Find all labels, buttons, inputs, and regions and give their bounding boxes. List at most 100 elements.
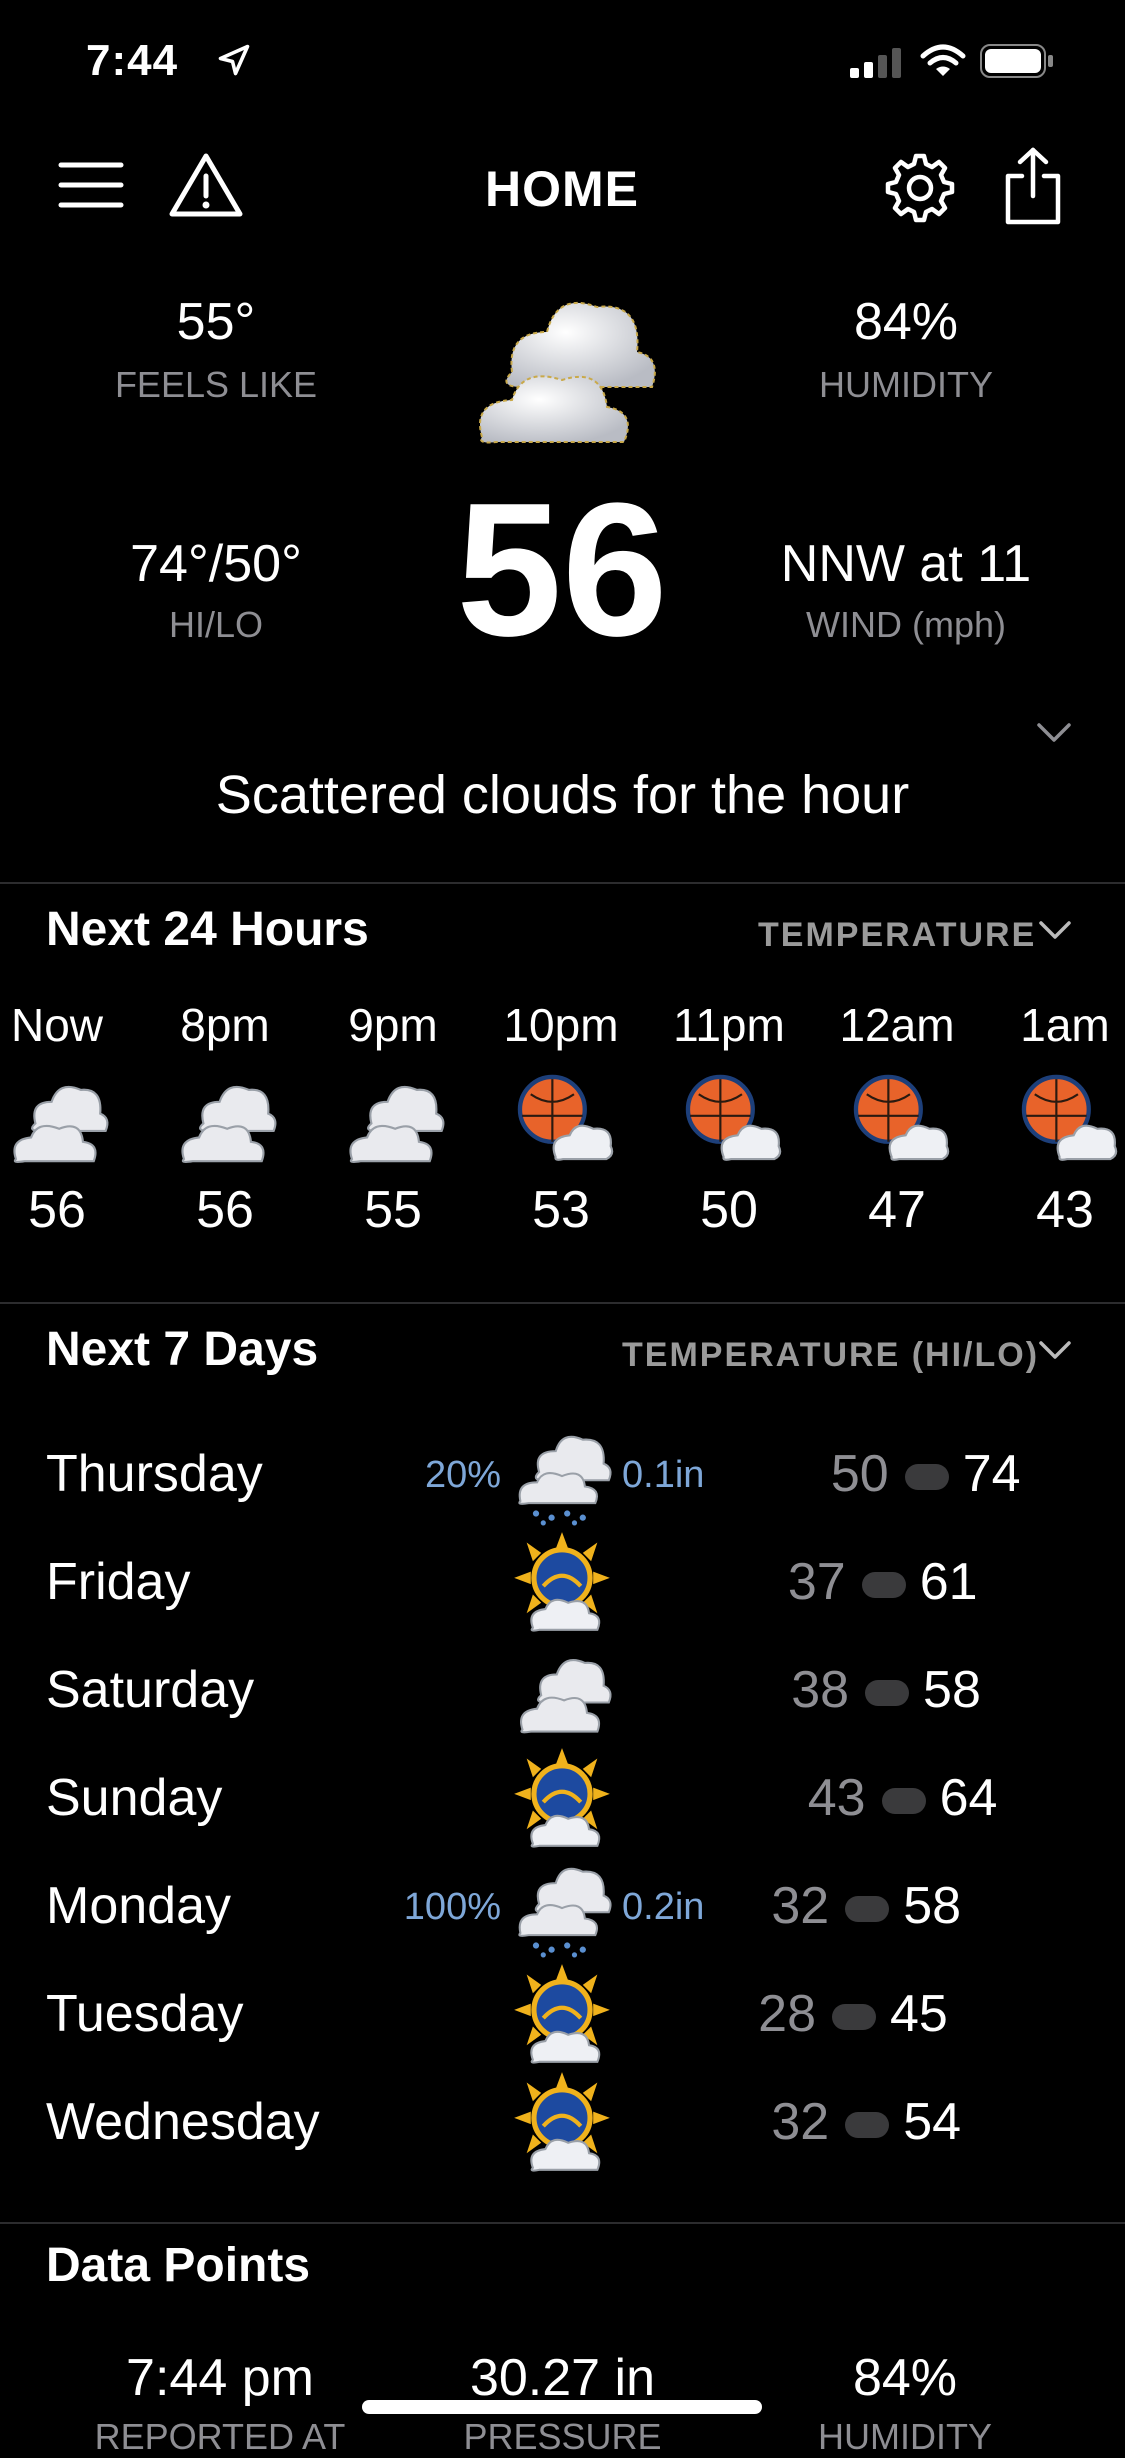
day-name: Thursday <box>46 1445 263 1503</box>
hour-temp: 50 <box>700 1181 758 1239</box>
hour-temp: 53 <box>532 1181 590 1239</box>
hour-temp: 56 <box>28 1181 86 1239</box>
day-name: Tuesday <box>46 1985 244 2043</box>
wind-value: NNW at 11 <box>780 535 1032 593</box>
hourly-item: 9pm 55 <box>308 998 478 1240</box>
hourly-title: Next 24 Hours <box>46 903 369 956</box>
night-cloud-icon <box>812 1064 982 1172</box>
hourly-item: Now 56 <box>0 998 142 1240</box>
temp-range-bar <box>881 1788 926 1814</box>
status-time: 7:44 <box>86 36 179 85</box>
low-temp: 38 <box>791 1661 850 1719</box>
temp-range-bar <box>865 1680 910 1706</box>
chevron-down-icon[interactable] <box>1038 1340 1072 1362</box>
divider <box>0 2222 1125 2224</box>
cloudy-icon <box>0 1064 142 1172</box>
hour-summary: Scattered clouds for the hour <box>215 765 910 825</box>
night-cloud-icon <box>476 1064 646 1172</box>
temp-range-bar <box>904 1464 949 1490</box>
hour-time: 11pm <box>673 999 785 1051</box>
low-temp: 50 <box>830 1445 889 1503</box>
low-temp: 32 <box>771 1877 830 1935</box>
precip-amount: 0.1in <box>622 1454 705 1496</box>
hourly-item: 11pm 50 <box>644 998 814 1240</box>
high-temp: 45 <box>890 1985 948 2043</box>
hour-time: 9pm <box>348 999 438 1051</box>
daily-selector-label: TEMPERATURE (HI/LO) <box>622 1336 1040 1374</box>
cloudy-icon <box>510 1638 614 1742</box>
precip-amount: 0.2in <box>622 1886 705 1928</box>
temp-range-bar <box>832 2004 876 2030</box>
wifi-icon <box>920 44 966 78</box>
alert-icon[interactable] <box>168 152 244 218</box>
menu-icon[interactable] <box>58 160 124 210</box>
pressure-label: PRESSURE <box>463 2416 662 2457</box>
pressure-value: 30.27 in <box>469 2349 656 2407</box>
cloudy-icon <box>308 1064 478 1172</box>
hourly-metric-selector[interactable]: TEMPERATURE <box>758 916 1036 955</box>
high-temp: 54 <box>903 2093 962 2151</box>
page-title: HOME <box>485 161 639 217</box>
rain-cloud-icon <box>510 1422 614 1526</box>
hour-time: 12am <box>839 999 955 1051</box>
cloudy-icon <box>452 262 672 462</box>
high-temp: 61 <box>919 1553 978 1611</box>
temp-range-bar <box>845 1896 890 1922</box>
reported-at-value: 7:44 pm <box>126 2349 314 2407</box>
hour-time: 10pm <box>503 999 619 1051</box>
temp-range-bar <box>845 2112 890 2138</box>
high-temp: 74 <box>962 1445 1021 1503</box>
high-temp: 58 <box>903 1877 962 1935</box>
night-cloud-icon <box>644 1064 814 1172</box>
chevron-down-icon[interactable] <box>1038 920 1072 942</box>
temp-range-bar <box>861 1572 906 1598</box>
daily-row[interactable]: Saturday 38 58 <box>0 1638 1125 1738</box>
hourly-item: 8pm 56 <box>140 998 310 1240</box>
daily-row[interactable]: Monday 100% 0.2in 32 58 <box>0 1854 1125 1958</box>
daily-row[interactable]: Tuesday 28 45 <box>0 1962 1125 2064</box>
home-indicator[interactable] <box>362 2400 762 2414</box>
day-name: Monday <box>46 1877 231 1935</box>
day-name: Wednesday <box>46 2093 320 2151</box>
dp-humidity-label: HUMIDITY <box>818 2416 992 2457</box>
hourly-selector-label: TEMPERATURE <box>758 916 1037 954</box>
battery-icon <box>980 44 1054 78</box>
wind-label: WIND (mph) <box>806 604 1006 645</box>
reported-at-label: REPORTED AT <box>94 2416 346 2457</box>
hour-temp: 55 <box>364 1181 422 1239</box>
daily-row[interactable]: Friday 37 61 <box>0 1530 1125 1632</box>
divider <box>0 1302 1125 1304</box>
share-icon[interactable] <box>1002 146 1064 226</box>
night-cloud-icon <box>980 1064 1125 1172</box>
hour-time: 1am <box>1020 999 1110 1051</box>
partly-sunny-icon <box>510 1746 614 1850</box>
low-temp: 37 <box>787 1553 846 1611</box>
chevron-down-icon[interactable] <box>1036 722 1072 744</box>
high-temp: 64 <box>939 1769 998 1827</box>
high-temp: 58 <box>923 1661 981 1719</box>
low-temp: 43 <box>807 1769 866 1827</box>
daily-row[interactable]: Sunday 43 64 <box>0 1746 1125 1848</box>
hour-time: Now <box>10 999 104 1051</box>
hilo-value: 74°/50° <box>130 535 302 593</box>
day-name: Saturday <box>46 1661 255 1719</box>
signal-icon <box>850 48 904 78</box>
daily-title: Next 7 Days <box>46 1323 319 1376</box>
humidity-label: HUMIDITY <box>819 364 993 405</box>
gear-icon[interactable] <box>884 152 956 224</box>
dp-humidity-value: 84% <box>852 2349 958 2407</box>
divider <box>0 882 1125 884</box>
daily-row[interactable]: Wednesday 32 54 <box>0 2070 1125 2172</box>
partly-sunny-icon <box>510 1962 614 2066</box>
hourly-item: 1am 43 <box>980 998 1125 1240</box>
precip-chance: 20% <box>424 1454 501 1496</box>
current-temperature: 56 <box>456 464 668 676</box>
daily-metric-selector[interactable]: TEMPERATURE (HI/LO) <box>622 1336 1039 1375</box>
location-arrow-icon <box>216 42 252 78</box>
day-name: Sunday <box>46 1769 223 1827</box>
precip-chance: 100% <box>403 1886 501 1928</box>
hourly-item: 12am 47 <box>812 998 982 1240</box>
hour-temp: 43 <box>1036 1181 1094 1239</box>
low-temp: 32 <box>771 2093 830 2151</box>
daily-row[interactable]: Thursday 20% 0.1in 50 74 <box>0 1422 1125 1526</box>
